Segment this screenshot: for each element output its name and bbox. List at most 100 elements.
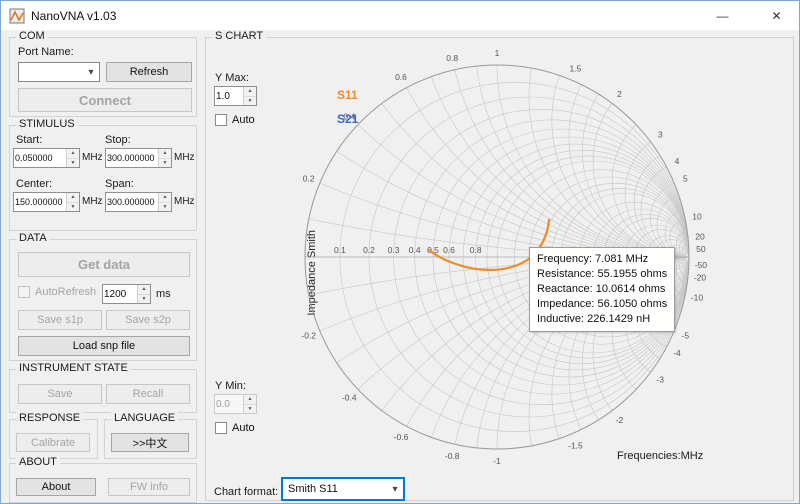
center-input[interactable] — [14, 193, 66, 211]
autorefresh-checkbox[interactable] — [18, 286, 30, 298]
svg-text:0.8: 0.8 — [446, 53, 458, 63]
ymin-spin-up-icon[interactable] — [244, 395, 256, 404]
svg-text:0.4: 0.4 — [409, 245, 421, 255]
span-spin-down-icon[interactable] — [159, 202, 171, 212]
tooltip-inductive: Inductive: 226.1429 nH — [537, 312, 667, 327]
about-group-label: ABOUT — [16, 456, 60, 468]
svg-text:0.8: 0.8 — [470, 245, 482, 255]
svg-text:4: 4 — [675, 156, 680, 166]
start-spin-up-icon[interactable] — [67, 149, 79, 158]
svg-text:0.1: 0.1 — [334, 245, 346, 255]
ymax-auto-row: Auto — [215, 114, 255, 126]
center-unit-label: MHz — [82, 196, 103, 207]
connect-button[interactable]: Connect — [18, 88, 192, 112]
span-spinner — [105, 192, 172, 212]
stimulus-group-label: STIMULUS — [16, 118, 78, 130]
interval-spin-down-icon[interactable] — [138, 294, 150, 304]
port-combo[interactable] — [18, 62, 100, 82]
svg-text:-0.8: -0.8 — [445, 451, 460, 461]
svg-text:-50: -50 — [695, 260, 708, 270]
svg-text:-20: -20 — [694, 272, 707, 282]
load-snp-button[interactable]: Load snp file — [18, 336, 190, 356]
interval-spinner — [102, 284, 151, 304]
stop-spin-down-icon[interactable] — [159, 158, 171, 168]
ymin-spin-down-icon[interactable] — [244, 404, 256, 414]
span-label: Span: — [105, 178, 134, 190]
svg-text:1: 1 — [495, 48, 500, 58]
window-title: NanoVNA v1.03 — [31, 9, 116, 23]
svg-text:-0.4: -0.4 — [342, 393, 357, 403]
ymax-auto-label: Auto — [232, 114, 255, 126]
about-button[interactable]: About — [16, 478, 96, 496]
language-group-label: LANGUAGE — [111, 412, 178, 424]
language-group: LANGUAGE >>中文 — [104, 419, 197, 459]
svg-text:2: 2 — [617, 89, 622, 99]
start-spinner — [13, 148, 80, 168]
stop-input[interactable] — [106, 149, 158, 167]
data-group-label: DATA — [16, 232, 50, 244]
svg-text:-10: -10 — [691, 292, 704, 302]
language-button[interactable]: >>中文 — [111, 433, 189, 452]
ymax-spin-up-icon[interactable] — [244, 87, 256, 96]
interval-input[interactable] — [103, 285, 137, 303]
svg-text:0.2: 0.2 — [363, 245, 375, 255]
stop-spinner — [105, 148, 172, 168]
chart-format-value: Smith S11 — [288, 483, 387, 495]
svg-text:-5: -5 — [682, 330, 690, 340]
autorefresh-label: AutoRefresh — [35, 286, 96, 298]
ymax-spin-down-icon[interactable] — [244, 96, 256, 106]
app-window: NanoVNA v1.03 — ✕ COM Port Name: Refresh… — [0, 0, 800, 504]
center-spinner — [13, 192, 80, 212]
svg-text:-0.2: -0.2 — [301, 330, 316, 340]
com-group-label: COM — [16, 30, 48, 42]
chart-format-combo[interactable]: Smith S11 — [282, 478, 404, 500]
save-s2p-button[interactable]: Save s2p — [106, 310, 190, 330]
close-icon[interactable]: ✕ — [754, 1, 799, 30]
ymin-auto-label: Auto — [232, 422, 255, 434]
span-spin-up-icon[interactable] — [159, 193, 171, 202]
span-input[interactable] — [106, 193, 158, 211]
instrument-state-group: INSTRUMENT STATE Save Recall — [9, 369, 197, 413]
interval-spin-up-icon[interactable] — [138, 285, 150, 294]
svg-text:10: 10 — [692, 212, 702, 222]
save-s1p-button[interactable]: Save s1p — [18, 310, 102, 330]
svg-text:1.5: 1.5 — [570, 64, 582, 74]
center-spin-down-icon[interactable] — [67, 202, 79, 212]
tooltip-reactance: Reactance: 10.0614 ohms — [537, 282, 667, 297]
ymin-auto-checkbox[interactable] — [215, 422, 227, 434]
ymin-label: Y Min: — [215, 380, 246, 392]
app-icon — [9, 8, 25, 24]
about-group: ABOUT About FW info — [9, 463, 197, 503]
instrument-state-label: INSTRUMENT STATE — [16, 362, 131, 374]
schart-group-label: S CHART — [212, 30, 266, 42]
ymin-auto-row: Auto — [215, 422, 255, 434]
tooltip-frequency: Frequency: 7.081 MHz — [537, 252, 667, 267]
refresh-button[interactable]: Refresh — [106, 62, 192, 82]
state-recall-button[interactable]: Recall — [106, 384, 190, 404]
ymax-label: Y Max: — [215, 72, 249, 84]
com-group: COM Port Name: Refresh Connect — [9, 37, 197, 117]
response-group: RESPONSE Calibrate — [9, 419, 98, 459]
tooltip-impedance: Impedance: 56.1050 ohms — [537, 297, 667, 312]
schart-group: S CHART Y Max: Auto S11 S21 Impedance Sm… — [205, 37, 794, 501]
calibrate-button[interactable]: Calibrate — [16, 433, 90, 452]
start-spin-down-icon[interactable] — [67, 158, 79, 168]
fw-info-button[interactable]: FW info — [108, 478, 190, 496]
chevron-down-icon — [83, 66, 99, 78]
svg-text:50: 50 — [696, 244, 706, 254]
ymax-auto-checkbox[interactable] — [215, 114, 227, 126]
center-spin-up-icon[interactable] — [67, 193, 79, 202]
state-save-button[interactable]: Save — [18, 384, 102, 404]
svg-text:-0.6: -0.6 — [394, 432, 409, 442]
svg-text:0.6: 0.6 — [395, 72, 407, 82]
ymin-input[interactable] — [215, 395, 243, 413]
svg-text:0.2: 0.2 — [303, 174, 315, 184]
ymin-spinner — [214, 394, 257, 414]
minimize-icon[interactable]: — — [700, 1, 745, 30]
start-input[interactable] — [14, 149, 66, 167]
stop-unit-label: MHz — [174, 152, 195, 163]
get-data-button[interactable]: Get data — [18, 252, 190, 277]
stop-spin-up-icon[interactable] — [159, 149, 171, 158]
ymax-input[interactable] — [215, 87, 243, 105]
title-bar: NanoVNA v1.03 — ✕ — [1, 1, 799, 30]
